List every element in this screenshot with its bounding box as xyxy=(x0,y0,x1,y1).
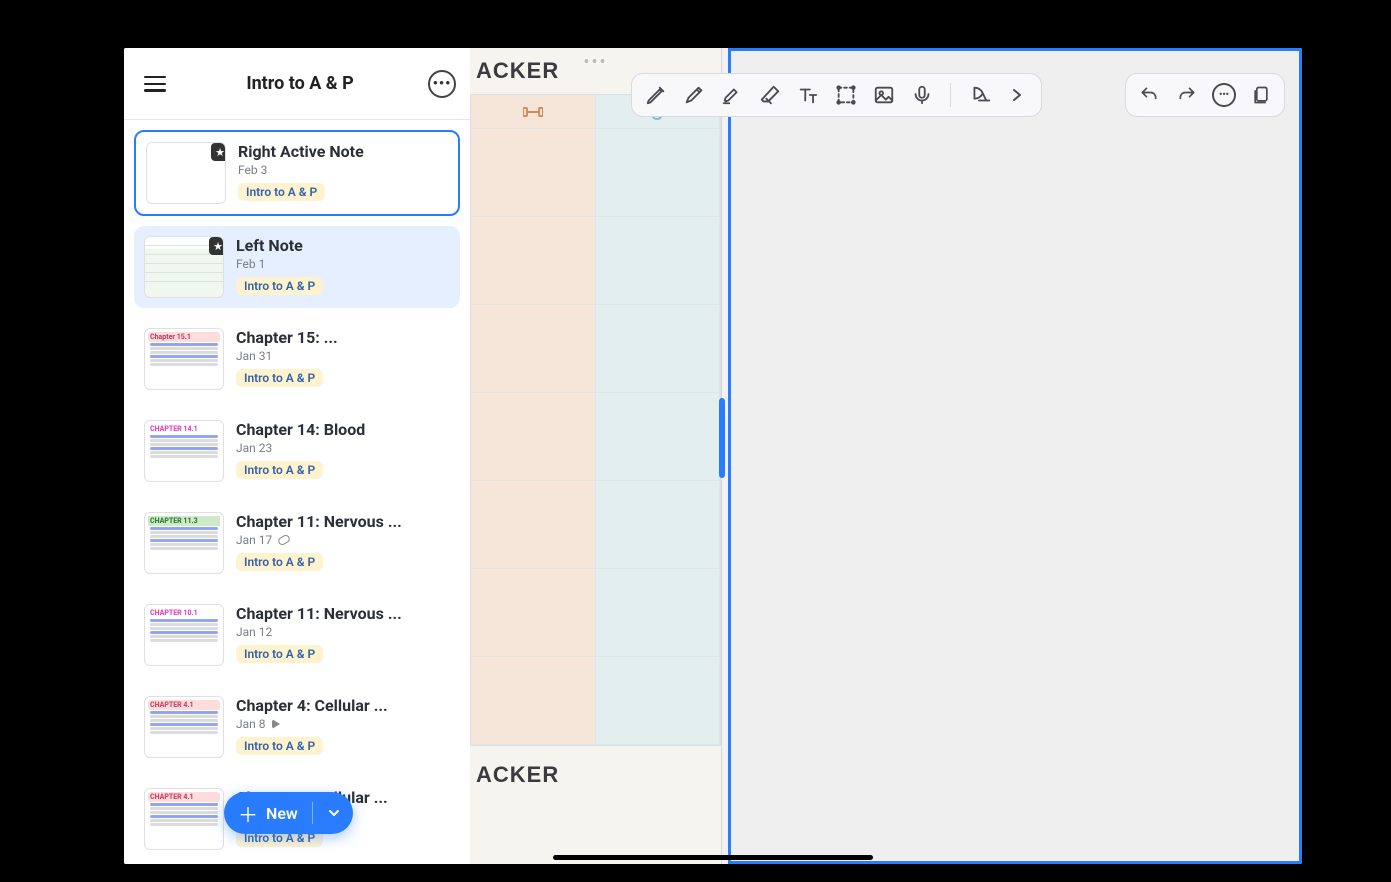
tracker-cell[interactable] xyxy=(471,217,596,305)
note-card[interactable]: CHAPTER 4.1 Chapter 4: Cellular ... Jan 8 I… xyxy=(134,686,460,768)
left-note-pane[interactable]: ••• ACKER ACKER xyxy=(470,48,722,864)
home-indicator[interactable] xyxy=(553,855,873,860)
tracker-cell[interactable] xyxy=(596,217,721,305)
note-card[interactable]: CHAPTER 14.1 Chapter 14: Blood Jan 23 Intro… xyxy=(134,410,460,492)
mid-title-bottom: ACKER xyxy=(470,760,721,798)
star-icon: ★ xyxy=(209,237,224,255)
tracker-cell[interactable] xyxy=(471,657,596,745)
note-date: Jan 17 xyxy=(236,533,450,547)
tracker-cell[interactable] xyxy=(596,657,721,745)
note-tag: Intro to A & P xyxy=(238,183,325,201)
note-title: Chapter 15: ... xyxy=(236,328,450,347)
tracker-row xyxy=(471,393,720,481)
link-icon xyxy=(277,534,291,547)
note-card[interactable]: CHAPTER 10.1 Chapter 11: Nervous ... Jan 1… xyxy=(134,594,460,676)
mic-tool[interactable] xyxy=(908,81,936,109)
hamburger-icon xyxy=(144,76,166,92)
note-date: Jan 23 xyxy=(236,441,450,455)
plus-icon: ＋ xyxy=(238,799,258,828)
pen-tool[interactable] xyxy=(642,81,670,109)
note-tag: Intro to A & P xyxy=(236,553,323,571)
note-card[interactable]: ★ Right Active Note Feb 3 Intro to A & P xyxy=(134,130,460,216)
eraser-tool[interactable] xyxy=(756,81,784,109)
note-title: Chapter 14: Blood xyxy=(236,420,450,439)
tracker-cell[interactable] xyxy=(596,569,721,657)
tracker-row xyxy=(471,305,720,393)
redo-button[interactable] xyxy=(1174,82,1200,108)
tracker-row xyxy=(471,657,720,745)
menu-button[interactable] xyxy=(138,67,172,101)
tracker-cell[interactable] xyxy=(596,305,721,393)
tracker-cell[interactable] xyxy=(596,393,721,481)
tracker-row xyxy=(471,569,720,657)
note-date: Feb 3 xyxy=(238,163,448,177)
sidebar-more-button[interactable]: ••• xyxy=(428,70,456,98)
new-button[interactable]: ＋ New xyxy=(224,792,353,834)
sidebar-header: Intro to A & P ••• xyxy=(124,48,470,120)
note-thumbnail: CHAPTER 4.1 xyxy=(144,788,224,850)
note-thumbnail: CHAPTER 4.1 xyxy=(144,696,224,758)
note-date: Feb 1 xyxy=(236,257,450,271)
note-thumbnail: CHAPTER 14.1 xyxy=(144,420,224,482)
tracker-col-1-head xyxy=(471,95,596,129)
note-title: Chapter 4: Cellular ... xyxy=(236,696,450,715)
new-button-label: New xyxy=(266,804,298,823)
sidebar: Intro to A & P ••• ★ Right Active Note Feb… xyxy=(124,48,470,864)
note-thumbnail: ★ xyxy=(144,236,224,298)
highlighter-tool[interactable] xyxy=(718,81,746,109)
note-date: Jan 31 xyxy=(236,349,450,363)
pages-button[interactable] xyxy=(1248,82,1274,108)
note-title: Chapter 11: Nervous ... xyxy=(236,604,450,623)
image-tool[interactable] xyxy=(870,81,898,109)
note-card[interactable]: CHAPTER 11.3 Chapter 11: Nervous ... Jan 1… xyxy=(134,502,460,584)
chevron-down-icon[interactable] xyxy=(327,806,341,820)
text-tool[interactable] xyxy=(794,81,822,109)
note-thumbnail: Chapter 15.1 xyxy=(144,328,224,390)
tracker-cell[interactable] xyxy=(596,481,721,569)
note-tag: Intro to A & P xyxy=(236,645,323,663)
note-thumbnail: CHAPTER 11.3 xyxy=(144,512,224,574)
play-icon xyxy=(272,719,280,729)
tracker-cell[interactable] xyxy=(471,569,596,657)
pane-drag-handle-icon[interactable]: ••• xyxy=(583,52,607,73)
note-card[interactable]: Chapter 15.1 Chapter 15: ... Jan 31 Intro t… xyxy=(134,318,460,400)
tracker-cell[interactable] xyxy=(596,129,721,217)
editor-toolbar xyxy=(631,73,1042,117)
shapes-tool[interactable] xyxy=(965,81,993,109)
tracker-cell[interactable] xyxy=(471,305,596,393)
note-card[interactable]: ★ Left Note Feb 1 Intro to A & P xyxy=(134,226,460,308)
dumbbell-icon xyxy=(523,105,543,119)
tracker-row xyxy=(471,481,720,569)
note-list[interactable]: ★ Right Active Note Feb 3 Intro to A & P ★ Le… xyxy=(124,120,470,864)
note-date: Jan 8 xyxy=(236,717,450,731)
tracker-cell[interactable] xyxy=(471,393,596,481)
note-tag: Intro to A & P xyxy=(236,277,323,295)
tracker-row xyxy=(471,217,720,305)
undo-button[interactable] xyxy=(1136,82,1162,108)
note-title: Left Note xyxy=(236,236,450,255)
note-tag: Intro to A & P xyxy=(236,461,323,479)
split-drag-handle[interactable] xyxy=(719,398,725,478)
tracker-cell[interactable] xyxy=(471,481,596,569)
pencil-tool[interactable] xyxy=(680,81,708,109)
note-tag: Intro to A & P xyxy=(236,737,323,755)
right-tool-cluster: ••• xyxy=(1125,73,1285,117)
right-note-pane[interactable]: ••• xyxy=(728,48,1302,864)
note-title: Chapter 11: Nervous ... xyxy=(236,512,450,531)
note-tag: Intro to A & P xyxy=(236,369,323,387)
note-thumbnail: CHAPTER 10.1 xyxy=(144,604,224,666)
sidebar-title: Intro to A & P xyxy=(180,73,420,94)
star-icon: ★ xyxy=(211,143,226,161)
toolbar-expand[interactable] xyxy=(1003,81,1031,109)
tracker-row xyxy=(471,129,720,217)
note-date: Jan 12 xyxy=(236,625,450,639)
tracker-table xyxy=(470,94,721,746)
tracker-cell[interactable] xyxy=(471,129,596,217)
note-title: Right Active Note xyxy=(238,142,448,161)
more-icon: ••• xyxy=(433,76,452,92)
note-more-button[interactable]: ••• xyxy=(1212,83,1236,107)
lasso-tool[interactable] xyxy=(832,81,860,109)
note-thumbnail: ★ xyxy=(146,142,226,204)
